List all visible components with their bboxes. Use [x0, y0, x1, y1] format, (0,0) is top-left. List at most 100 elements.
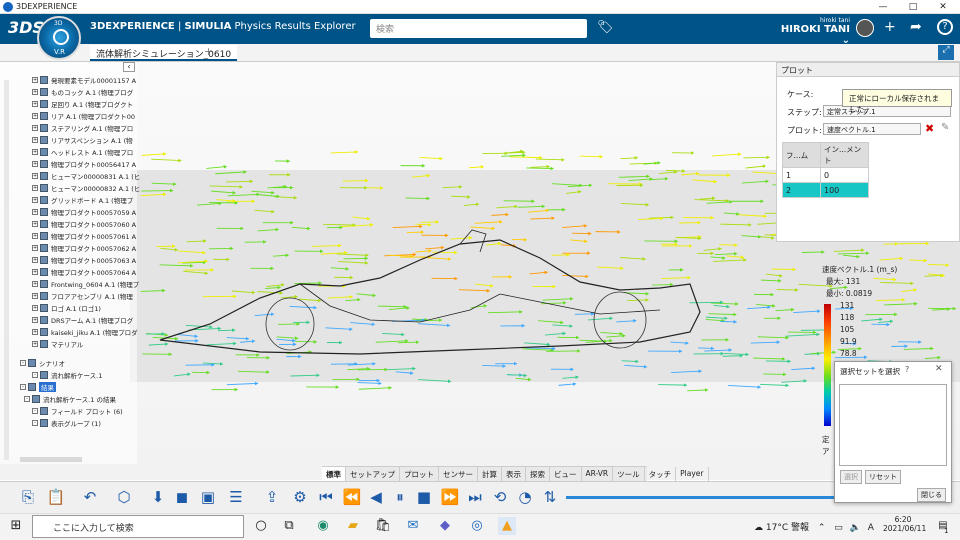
expand-icon[interactable]: +: [32, 281, 38, 287]
tab-9[interactable]: ツール: [613, 467, 645, 481]
cortana-icon[interactable]: ○: [252, 517, 270, 535]
last-frame-icon[interactable]: ⏭: [465, 487, 485, 507]
close-dialog-button[interactable]: 閉じる: [917, 488, 946, 502]
tab-7[interactable]: ビュー: [550, 467, 582, 481]
tree-item-field-plot[interactable]: - フィールド プロット (6): [32, 406, 123, 416]
speed-icon[interactable]: ◔: [515, 487, 535, 507]
expand-icon[interactable]: +: [32, 89, 38, 95]
tab-5[interactable]: 表示: [502, 467, 526, 481]
tab-1[interactable]: セットアップ: [346, 467, 400, 481]
expand-icon[interactable]: +: [32, 137, 38, 143]
expand-icon[interactable]: +: [32, 113, 38, 119]
network-icon[interactable]: ▭: [834, 523, 843, 533]
teams-icon[interactable]: ◆: [436, 517, 454, 535]
first-frame-icon[interactable]: ⏮: [316, 487, 336, 507]
select-button[interactable]: 選択: [840, 470, 862, 484]
task-view-icon[interactable]: ⧉: [280, 517, 298, 535]
expand-icon[interactable]: +: [32, 329, 38, 335]
taskbar-search-input[interactable]: ここに入力して検索: [32, 515, 244, 538]
expand-icon[interactable]: +: [32, 245, 38, 251]
render-icon[interactable]: ◼: [172, 487, 192, 507]
tree-item[interactable]: + マテリアル: [32, 339, 83, 349]
loop-icon[interactable]: ⟲: [490, 487, 510, 507]
expand-icon[interactable]: +: [32, 293, 38, 299]
import-icon[interactable]: ⬇: [148, 487, 168, 507]
expand-icon[interactable]: -: [20, 360, 26, 366]
expand-icon[interactable]: +: [32, 197, 38, 203]
timeline-slider[interactable]: [566, 496, 836, 499]
table-row[interactable]: 2 100: [782, 182, 869, 198]
tab-0[interactable]: 標準: [322, 467, 346, 481]
weather-text[interactable]: 17°C 警報: [766, 523, 809, 533]
tab-3[interactable]: センサー: [439, 467, 478, 481]
expand-icon[interactable]: -: [20, 384, 26, 390]
pause-icon[interactable]: ⏸: [390, 487, 410, 507]
expand-icon[interactable]: +: [32, 233, 38, 239]
add-icon[interactable]: +: [884, 19, 896, 35]
share-icon[interactable]: ➦: [910, 19, 922, 35]
settings-icon[interactable]: ⚙: [290, 487, 310, 507]
tree-item[interactable]: + リア A.1 (物理プロダクト00: [32, 111, 135, 121]
weather-icon[interactable]: ☁: [754, 523, 763, 533]
undo-icon[interactable]: ↶: [80, 487, 100, 507]
expand-icon[interactable]: +: [32, 77, 38, 83]
file-explorer-icon[interactable]: ▰: [344, 517, 362, 535]
tree-item[interactable]: + 物理プロダクト00057061 A: [32, 231, 136, 241]
table-icon[interactable]: ☰: [226, 487, 246, 507]
tab-8[interactable]: AR-VR: [582, 467, 614, 481]
screen-capture-icon[interactable]: ▣: [198, 487, 218, 507]
stop-icon[interactable]: ■: [414, 487, 434, 507]
tree-item[interactable]: + ロゴ A.1 (ロゴ1): [32, 303, 101, 313]
3dexperience-taskbar-icon[interactable]: ◎: [468, 517, 486, 535]
tab-4[interactable]: 計算: [478, 467, 502, 481]
avatar[interactable]: [856, 19, 874, 37]
sort-icon[interactable]: ⇅: [540, 487, 560, 507]
expand-icon[interactable]: ⤢: [938, 45, 954, 60]
expand-icon[interactable]: +: [32, 173, 38, 179]
ime-indicator[interactable]: A: [868, 523, 874, 533]
search-input[interactable]: 検索: [370, 19, 587, 38]
expand-icon[interactable]: +: [32, 221, 38, 227]
help-icon[interactable]: ?: [937, 19, 953, 35]
tab-10[interactable]: タッチ: [645, 467, 677, 481]
add-tab-button[interactable]: +: [204, 45, 213, 58]
tree-item[interactable]: + kaiseki_jiku A.1 (物理プロダ: [32, 327, 138, 337]
expand-icon[interactable]: +: [32, 305, 38, 311]
tab-2[interactable]: プロット: [400, 467, 439, 481]
tree-item[interactable]: + 物理プロダクト00057063 A: [32, 255, 136, 265]
windows-start-icon[interactable]: ⊞: [7, 517, 25, 535]
help-icon[interactable]: ?: [905, 365, 909, 374]
maximize-button[interactable]: □: [898, 0, 928, 14]
tree-item[interactable]: + ものコック A.1 (物理プログ: [32, 87, 133, 97]
expand-icon[interactable]: -: [32, 420, 38, 426]
tree-item[interactable]: + ヘッドレスト A.1 (物理プロ: [32, 147, 133, 157]
tree-item[interactable]: + リアサスペンション A.1 (物: [32, 135, 133, 145]
tag-icon[interactable]: 🏷: [597, 20, 614, 35]
tree-item[interactable]: + ヒューマン00000831 A.1 (ヒ: [32, 171, 140, 181]
tree-item[interactable]: + フロアアセンブリ A.1 (物理: [32, 291, 133, 301]
copy-icon[interactable]: ⎘: [18, 487, 38, 507]
expand-icon[interactable]: -: [32, 408, 38, 414]
volume-icon[interactable]: 🔈: [850, 523, 861, 533]
tab-simulation[interactable]: 流体解析シミュレーション_0610: [90, 45, 238, 61]
tree-item[interactable]: + 発現要素モデル00001157 A: [32, 75, 136, 85]
paste-icon[interactable]: 📋: [46, 487, 66, 507]
expand-icon[interactable]: +: [32, 101, 38, 107]
table-row[interactable]: 10: [782, 167, 869, 183]
tree-item[interactable]: + Frontwing_0604 A.1 (物理プ: [32, 279, 139, 289]
play-back-icon[interactable]: ◀: [366, 487, 386, 507]
tree-item-results-case[interactable]: - 流れ解析ケース.1 の結果: [24, 394, 116, 404]
part-icon[interactable]: ⬡: [114, 487, 134, 507]
expand-icon[interactable]: +: [32, 161, 38, 167]
tree-item-results[interactable]: - 結果: [20, 382, 56, 392]
tab-11[interactable]: Player: [676, 467, 709, 481]
expand-icon[interactable]: +: [32, 125, 38, 131]
store-icon[interactable]: 🛍: [374, 517, 392, 535]
expand-icon[interactable]: +: [32, 149, 38, 155]
increment-table[interactable]: フ...ム イン...メント 10 2 100: [782, 142, 869, 198]
tree-item-scenario[interactable]: - シナリオ: [20, 358, 65, 368]
tree-item[interactable]: + ステアリング A.1 (物理プロ: [32, 123, 133, 133]
tree-item[interactable]: + 物理プロダクト00057060 A: [32, 219, 136, 229]
mail-icon[interactable]: ✉: [404, 517, 422, 535]
show-hidden-icon[interactable]: ⌃: [818, 523, 826, 533]
